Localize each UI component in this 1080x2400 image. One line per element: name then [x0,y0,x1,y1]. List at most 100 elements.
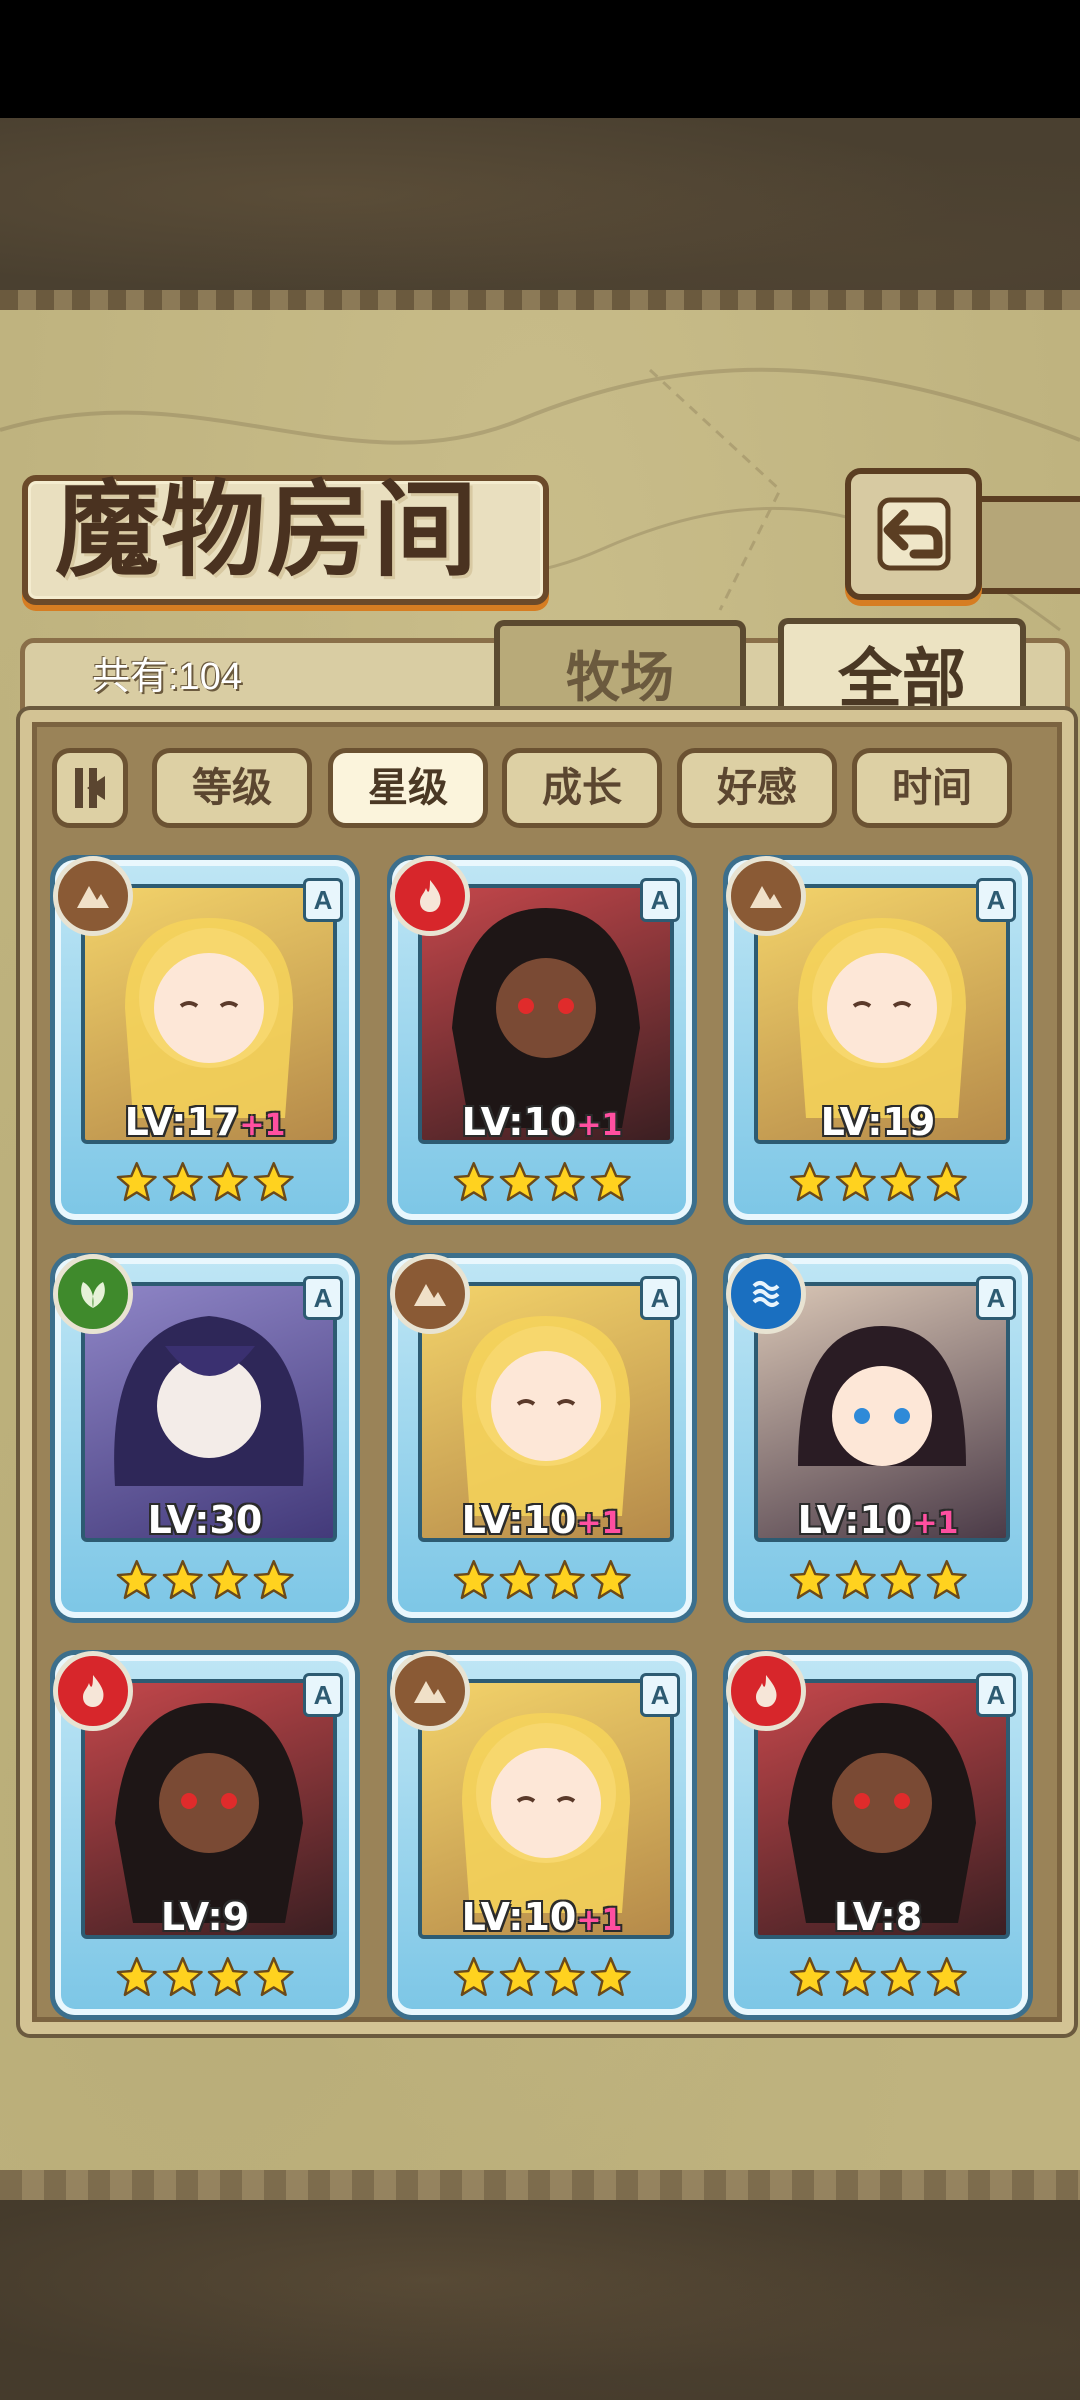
rarity-badge: A [303,1673,343,1717]
filter-growth[interactable]: 成长 [502,748,662,828]
fire-element-icon [390,856,470,936]
level-bonus: +1 [576,1903,623,1938]
star-rating [115,1558,295,1608]
level-value: LV:19 [820,1100,936,1144]
level-label: LV:10+1 [392,1895,692,1939]
filter-stars[interactable]: 星级 [328,748,488,828]
level-value: LV:8 [833,1895,923,1939]
star-icon [544,1559,585,1600]
rarity-badge: A [640,878,680,922]
star-icon [544,1956,585,1997]
monster-card[interactable]: A LV:17+1 [53,856,355,1220]
star-icon [116,1956,157,1997]
level-label: LV:17+1 [55,1100,355,1144]
filter-level[interactable]: 等级 [152,748,312,828]
star-icon [835,1559,876,1600]
star-icon [789,1161,830,1202]
level-value: LV:10 [461,1498,577,1542]
star-icon [835,1161,876,1202]
level-label: LV:19 [728,1100,1028,1144]
star-icon [116,1559,157,1600]
level-bonus: +1 [912,1506,959,1541]
star-icon [207,1956,248,1997]
rarity-badge: A [640,1673,680,1717]
fire-element-icon [726,1651,806,1731]
star-icon [590,1956,631,1997]
star-rating [452,1955,632,2005]
star-rating [788,1558,968,1608]
rarity-badge: A [303,878,343,922]
earth-element-icon [53,856,133,936]
monster-card[interactable]: A LV:10+1 [726,1254,1028,1618]
filter-time[interactable]: 时间 [852,748,1012,828]
star-icon [789,1956,830,1997]
star-icon [499,1559,540,1600]
level-value: LV:10 [797,1498,913,1542]
level-label: LV:10+1 [392,1100,692,1144]
star-icon [253,1559,294,1600]
star-icon [162,1956,203,1997]
level-value: LV:10 [461,1895,577,1939]
monster-count: 共有:104 [92,656,242,698]
fire-element-icon [53,1651,133,1731]
star-icon [499,1956,540,1997]
star-rating [788,1955,968,2005]
star-icon [162,1161,203,1202]
star-icon [926,1956,967,1997]
rarity-badge: A [976,878,1016,922]
level-label: LV:9 [55,1895,355,1939]
star-icon [590,1559,631,1600]
monster-card[interactable]: A LV:10+1 [390,1254,692,1618]
star-icon [253,1956,294,1997]
sort-direction-icon [75,768,105,808]
rarity-badge: A [640,1276,680,1320]
back-button-tab [965,496,1080,594]
star-icon [453,1559,494,1600]
earth-element-icon [390,1651,470,1731]
star-rating [115,1160,295,1210]
star-icon [926,1161,967,1202]
monster-card[interactable]: A LV:10+1 [390,1651,692,2015]
star-icon [207,1559,248,1600]
star-icon [880,1161,921,1202]
monster-card[interactable]: A LV:30 [53,1254,355,1618]
level-value: LV:9 [160,1895,250,1939]
level-label: LV:30 [55,1498,355,1542]
level-bonus: +1 [576,1108,623,1143]
level-value: LV:17 [124,1100,240,1144]
star-icon [926,1559,967,1600]
star-icon [499,1161,540,1202]
star-icon [835,1956,876,1997]
monster-card[interactable]: A LV:9 [53,1651,355,2015]
level-value: LV:30 [147,1498,263,1542]
level-bonus: +1 [576,1506,623,1541]
back-arrow-icon [877,497,950,571]
back-button[interactable] [845,468,982,600]
monster-card[interactable]: A LV:8 [726,1651,1028,2015]
star-icon [544,1161,585,1202]
earth-element-icon [726,856,806,936]
star-rating [452,1558,632,1608]
level-label: LV:8 [728,1895,1028,1939]
star-icon [162,1559,203,1600]
monster-card[interactable]: A LV:19 [726,856,1028,1220]
nature-element-icon [53,1254,133,1334]
water-element-icon [726,1254,806,1334]
star-icon [789,1559,830,1600]
star-icon [253,1161,294,1202]
rarity-badge: A [303,1276,343,1320]
star-icon [590,1161,631,1202]
star-icon [880,1559,921,1600]
monster-card[interactable]: A LV:10+1 [390,856,692,1220]
status-bar [0,0,1080,118]
level-bonus: +1 [239,1108,286,1143]
star-icon [453,1161,494,1202]
rarity-badge: A [976,1276,1016,1320]
map-background-bottom [0,2200,1080,2400]
level-value: LV:10 [461,1100,577,1144]
filter-affection[interactable]: 好感 [677,748,837,828]
sort-toggle-button[interactable] [52,748,128,828]
star-rating [115,1955,295,2005]
star-icon [207,1161,248,1202]
star-rating [788,1160,968,1210]
